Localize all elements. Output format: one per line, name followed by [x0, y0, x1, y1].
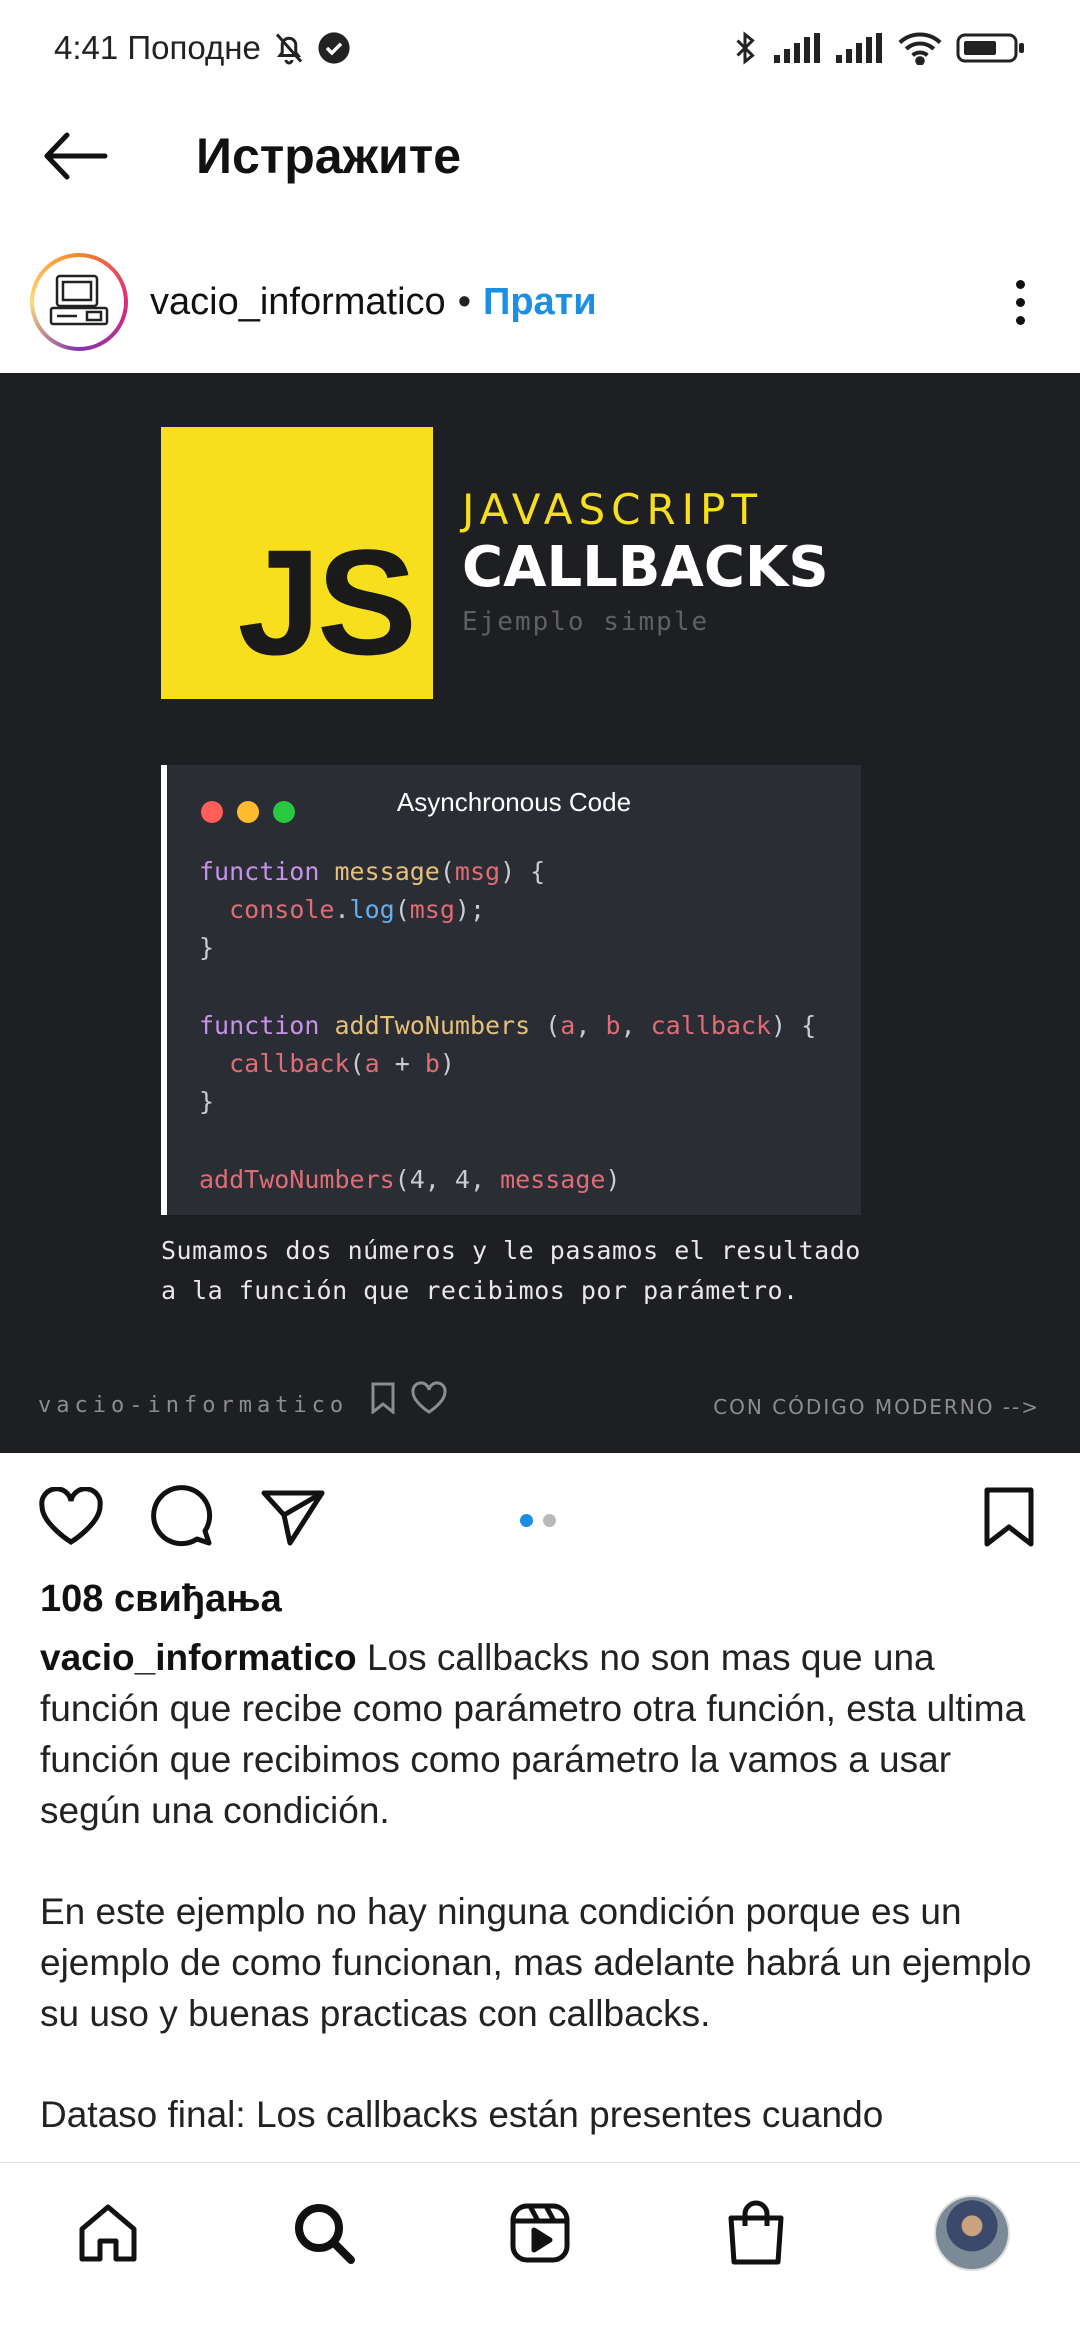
- code-line: }: [199, 933, 215, 962]
- post-actions: [0, 1468, 1080, 1564]
- bookmark-icon: [371, 1382, 395, 1414]
- save-button[interactable]: [974, 1482, 1044, 1552]
- carousel-dot: [543, 1514, 556, 1527]
- nav-profile[interactable]: [932, 2193, 1012, 2273]
- comment-icon: [151, 1485, 213, 1547]
- code-line: function addTwoNumbers (a, b, callback) …: [199, 1011, 817, 1040]
- code-line: callback(a + b): [229, 1049, 455, 1078]
- bookmark-icon: [984, 1487, 1034, 1547]
- js-logo-text: JS: [237, 518, 417, 686]
- signal-icon: [774, 33, 822, 63]
- separator-dot: •: [457, 280, 471, 323]
- caption-paragraph-1: vacio_informatico Los callbacks no son m…: [40, 1632, 1050, 1836]
- more-dot: [1015, 315, 1025, 325]
- battery-icon: [956, 32, 1026, 64]
- carousel-indicator: [520, 1514, 556, 1527]
- code-line: addTwoNumbers(4, 4, message): [199, 1165, 621, 1194]
- image-title-line2: CALLBACKS: [462, 535, 829, 600]
- reels-icon: [510, 2203, 570, 2263]
- status-right-icons: [730, 30, 1026, 66]
- image-footer-handle: vacio-informatico: [38, 1393, 349, 1418]
- check-circle-icon: [317, 31, 351, 65]
- send-icon: [261, 1490, 325, 1546]
- post-author-avatar[interactable]: [30, 253, 128, 351]
- search-icon: [295, 2204, 355, 2264]
- image-footer-tagline: CON CÓDIGO MODERNO -->: [713, 1395, 1040, 1419]
- status-time: 4:41 Поподне: [54, 29, 261, 66]
- nav-reels[interactable]: [500, 2193, 580, 2273]
- image-caption-line2: a la función que recibimos por parámetro…: [161, 1276, 799, 1305]
- image-subtitle: Ejemplo simple: [462, 607, 710, 637]
- likes-count[interactable]: 108 свиђања: [40, 1578, 282, 1621]
- bluetooth-icon: [730, 30, 760, 66]
- profile-avatar: [934, 2195, 1010, 2271]
- heart-icon: [39, 1487, 103, 1545]
- caption-paragraph-2: En este ejemplo no hay ninguna condición…: [40, 1891, 1032, 2034]
- status-bar: 4:41 Поподне: [0, 0, 1080, 96]
- code-window: Asynchronous Code function message(msg) …: [161, 765, 861, 1215]
- code-line: console.log(msg);: [229, 895, 486, 924]
- home-icon: [79, 2204, 137, 2262]
- carousel-dot-active: [520, 1514, 533, 1527]
- shop-icon: [728, 2200, 784, 2265]
- bottom-navigation: [0, 2162, 1080, 2340]
- computer-icon: [49, 274, 109, 326]
- more-options-button[interactable]: [1000, 262, 1040, 342]
- more-dot: [1015, 297, 1025, 307]
- heart-icon: [411, 1381, 447, 1414]
- code-line: function message(msg) {: [199, 857, 546, 886]
- status-time-group: 4:41 Поподне: [54, 29, 351, 67]
- page-title: Истражите: [196, 128, 462, 184]
- js-logo: JS: [161, 427, 433, 699]
- post-caption: vacio_informatico Los callbacks no son m…: [40, 1632, 1050, 2190]
- image-footer-icons: [370, 1381, 448, 1415]
- share-button[interactable]: [258, 1482, 328, 1552]
- more-dot: [1015, 279, 1025, 289]
- nav-search[interactable]: [284, 2193, 364, 2273]
- arrow-left-icon: [44, 132, 108, 180]
- post-image[interactable]: JS JAVASCRIPT CALLBACKS Ejemplo simple A…: [0, 373, 1080, 1453]
- like-button[interactable]: [36, 1482, 106, 1552]
- top-header: Истражите: [0, 96, 1080, 216]
- image-title-line1: JAVASCRIPT: [462, 485, 764, 534]
- signal-icon: [836, 33, 884, 63]
- code-window-title: Asynchronous Code: [396, 787, 632, 817]
- follow-button[interactable]: Прати: [483, 281, 597, 324]
- nav-home[interactable]: [68, 2193, 148, 2273]
- code-line: }: [199, 1087, 215, 1116]
- post-username[interactable]: vacio_informatico: [150, 281, 446, 324]
- caption-paragraph-3: Dataso final: Los callbacks están presen…: [40, 2094, 884, 2135]
- caption-username[interactable]: vacio_informatico: [40, 1637, 357, 1678]
- nav-shop[interactable]: [716, 2193, 796, 2273]
- back-button[interactable]: [36, 116, 116, 196]
- wifi-icon: [898, 31, 942, 65]
- image-caption-line1: Sumamos dos números y le pasamos el resu…: [161, 1236, 861, 1265]
- comment-button[interactable]: [148, 1482, 218, 1552]
- image-caption: Sumamos dos números y le pasamos el resu…: [161, 1231, 921, 1311]
- post-header: vacio_informatico • Прати: [0, 240, 1080, 364]
- mute-icon: [271, 30, 307, 66]
